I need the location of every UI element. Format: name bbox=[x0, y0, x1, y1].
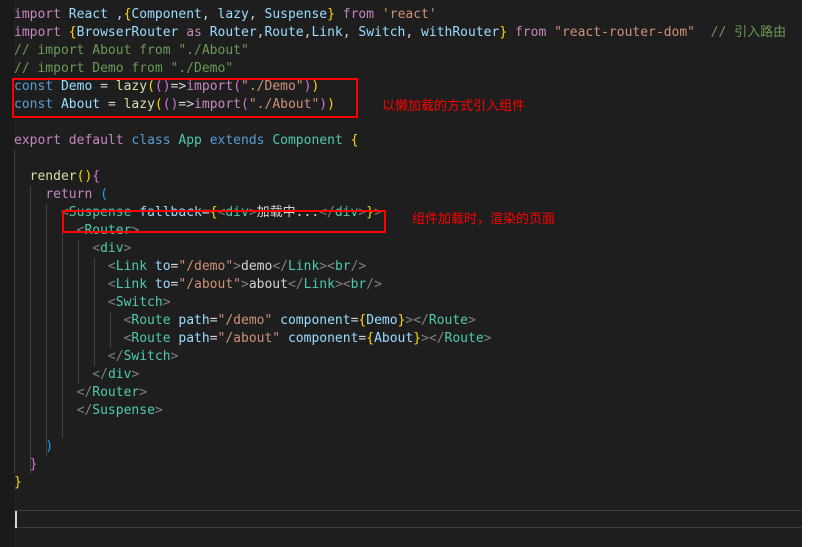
code-line[interactable]: import React ,{Component, lazy, Suspense… bbox=[14, 6, 802, 24]
code-line[interactable] bbox=[14, 420, 802, 438]
code-line[interactable]: <Suspense fallback={<div>加载中...</div>}> bbox=[14, 204, 802, 222]
code-line[interactable]: } bbox=[14, 456, 802, 474]
code-line[interactable]: return ( bbox=[14, 186, 802, 204]
code-line[interactable]: <Switch> bbox=[14, 294, 802, 312]
lazy-import-annotation: 以懒加载的方式引入组件 bbox=[382, 99, 526, 114]
code-line[interactable]: const Demo = lazy(()=>import("./Demo")) bbox=[14, 78, 802, 96]
code-line[interactable] bbox=[14, 114, 802, 132]
code-line[interactable] bbox=[14, 150, 802, 168]
code-line[interactable]: <Link to="/demo">demo</Link><br/> bbox=[14, 258, 802, 276]
code-line[interactable]: <Link to="/about">about</Link><br/> bbox=[14, 276, 802, 294]
code-line[interactable]: <Route path="/about" component={About}><… bbox=[14, 330, 802, 348]
code-line[interactable]: import {BrowserRouter as Router,Route,Li… bbox=[14, 24, 802, 42]
current-line-highlight bbox=[14, 510, 802, 528]
editor-left-margin bbox=[0, 0, 14, 547]
code-line[interactable]: <div> bbox=[14, 240, 802, 258]
code-line[interactable]: </div> bbox=[14, 366, 802, 384]
text-caret bbox=[15, 511, 17, 528]
code-line[interactable]: // import Demo from "./Demo" bbox=[14, 60, 802, 78]
code-line[interactable]: <Router> bbox=[14, 222, 802, 240]
code-line[interactable]: export default class App extends Compone… bbox=[14, 132, 802, 150]
code-line[interactable]: </Suspense> bbox=[14, 402, 802, 420]
code-line[interactable]: render(){ bbox=[14, 168, 802, 186]
code-line[interactable]: } bbox=[14, 474, 802, 492]
code-line[interactable]: // import About from "./About" bbox=[14, 42, 802, 60]
code-content[interactable]: import React ,{Component, lazy, Suspense… bbox=[14, 0, 802, 547]
suspense-fallback-annotation: 组件加载时，渲染的页面 bbox=[412, 212, 556, 227]
code-line[interactable]: <Route path="/demo" component={Demo}></R… bbox=[14, 312, 802, 330]
code-line[interactable]: </Router> bbox=[14, 384, 802, 402]
code-line[interactable]: </Switch> bbox=[14, 348, 802, 366]
code-editor[interactable]: import React ,{Component, lazy, Suspense… bbox=[0, 0, 802, 547]
code-line[interactable]: ) bbox=[14, 438, 802, 456]
